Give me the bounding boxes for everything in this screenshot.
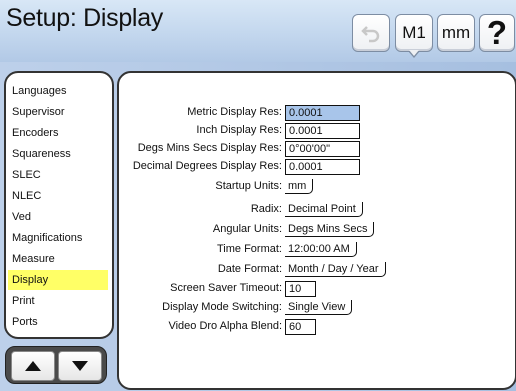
- menu-item-ports[interactable]: Ports: [8, 312, 108, 332]
- scroll-up-button[interactable]: [11, 351, 55, 381]
- inch-display-res-field[interactable]: 0.0001: [285, 123, 360, 139]
- menu-item-measure[interactable]: Measure: [8, 249, 108, 269]
- header-bar: Setup: Display M1 mm ?: [0, 0, 516, 62]
- video-dro-alpha-blend-row: Video Dro Alpha Blend: 60: [119, 319, 515, 335]
- arrow-down-icon: [72, 361, 88, 371]
- display-mode-switching-row: Display Mode Switching: Single View: [119, 300, 515, 316]
- radix-label: Radix:: [250, 203, 282, 215]
- menu-item-nlec[interactable]: NLEC: [8, 186, 108, 206]
- dms-display-res-row: Degs Mins Secs Display Res: 0°00'00": [119, 141, 515, 157]
- date-format-row: Date Format: Month / Day / Year: [119, 262, 515, 278]
- metric-display-res-field[interactable]: 0.0001: [285, 105, 360, 121]
- time-format-row: Time Format: 12:00:00 AM: [119, 242, 515, 258]
- screen-saver-timeout-field[interactable]: 10: [285, 281, 316, 297]
- setup-menu: Languages Supervisor Encoders Squareness…: [4, 71, 114, 339]
- units-button[interactable]: mm: [437, 14, 475, 52]
- display-mode-switching-dropdown[interactable]: Single View: [285, 300, 353, 315]
- startup-units-label: Startup Units:: [215, 180, 282, 192]
- help-icon: ?: [486, 14, 508, 51]
- video-dro-alpha-blend-field[interactable]: 60: [285, 319, 316, 335]
- menu-item-display[interactable]: Display: [8, 270, 108, 290]
- m1-button[interactable]: M1: [395, 14, 433, 58]
- menu-item-ved[interactable]: Ved: [8, 207, 108, 227]
- angular-units-label: Angular Units:: [212, 223, 282, 235]
- undo-icon: [361, 26, 380, 43]
- angular-units-row: Angular Units: Degs Mins Secs: [119, 222, 515, 238]
- inch-display-res-row: Inch Display Res: 0.0001: [119, 123, 515, 139]
- menu-item-slec[interactable]: SLEC: [8, 165, 108, 185]
- menu-item-supervisor[interactable]: Supervisor: [8, 102, 108, 122]
- screen-saver-timeout-label: Screen Saver Timeout:: [170, 282, 282, 294]
- menu-item-squareness[interactable]: Squareness: [8, 144, 108, 164]
- menu-item-languages[interactable]: Languages: [8, 81, 108, 101]
- metric-display-res-label: Metric Display Res:: [187, 106, 282, 118]
- menu-item-print[interactable]: Print: [8, 291, 108, 311]
- video-dro-alpha-blend-label: Video Dro Alpha Blend:: [168, 320, 282, 332]
- dms-display-res-field[interactable]: 0°00'00": [285, 141, 360, 157]
- inch-display-res-label: Inch Display Res:: [196, 124, 282, 136]
- date-format-dropdown[interactable]: Month / Day / Year: [285, 262, 386, 277]
- help-button[interactable]: ?: [479, 14, 515, 52]
- decimal-degrees-res-row: Decimal Degrees Display Res: 0.0001: [119, 159, 515, 175]
- dms-display-res-label: Degs Mins Secs Display Res:: [137, 142, 282, 154]
- units-label: mm: [441, 23, 471, 42]
- startup-units-row: Startup Units: mm: [119, 179, 515, 195]
- m1-pointer: [408, 50, 420, 58]
- display-mode-switching-label: Display Mode Switching:: [162, 301, 282, 313]
- angular-units-dropdown[interactable]: Degs Mins Secs: [285, 222, 375, 237]
- page-title: Setup: Display: [6, 4, 163, 32]
- scroll-down-button[interactable]: [58, 351, 102, 381]
- menu-item-encoders[interactable]: Encoders: [8, 123, 108, 143]
- time-format-label: Time Format:: [217, 243, 282, 255]
- time-format-dropdown[interactable]: 12:00:00 AM: [285, 242, 357, 257]
- metric-display-res-row: Metric Display Res: 0.0001: [119, 105, 515, 121]
- undo-button[interactable]: [352, 14, 390, 52]
- decimal-degrees-res-label: Decimal Degrees Display Res:: [132, 160, 282, 172]
- decimal-degrees-res-field[interactable]: 0.0001: [285, 159, 360, 175]
- m1-label: M1: [402, 23, 426, 42]
- screen-saver-timeout-row: Screen Saver Timeout: 10: [119, 281, 515, 297]
- menu-item-magnifications[interactable]: Magnifications: [8, 228, 108, 248]
- startup-units-dropdown[interactable]: mm: [285, 179, 314, 194]
- settings-panel: Metric Display Res: 0.0001 Inch Display …: [117, 71, 516, 390]
- radix-dropdown[interactable]: Decimal Point: [285, 202, 363, 217]
- radix-row: Radix: Decimal Point: [119, 202, 515, 218]
- arrow-up-icon: [25, 361, 41, 371]
- date-format-label: Date Format:: [217, 263, 282, 275]
- scroll-nav: [5, 346, 107, 384]
